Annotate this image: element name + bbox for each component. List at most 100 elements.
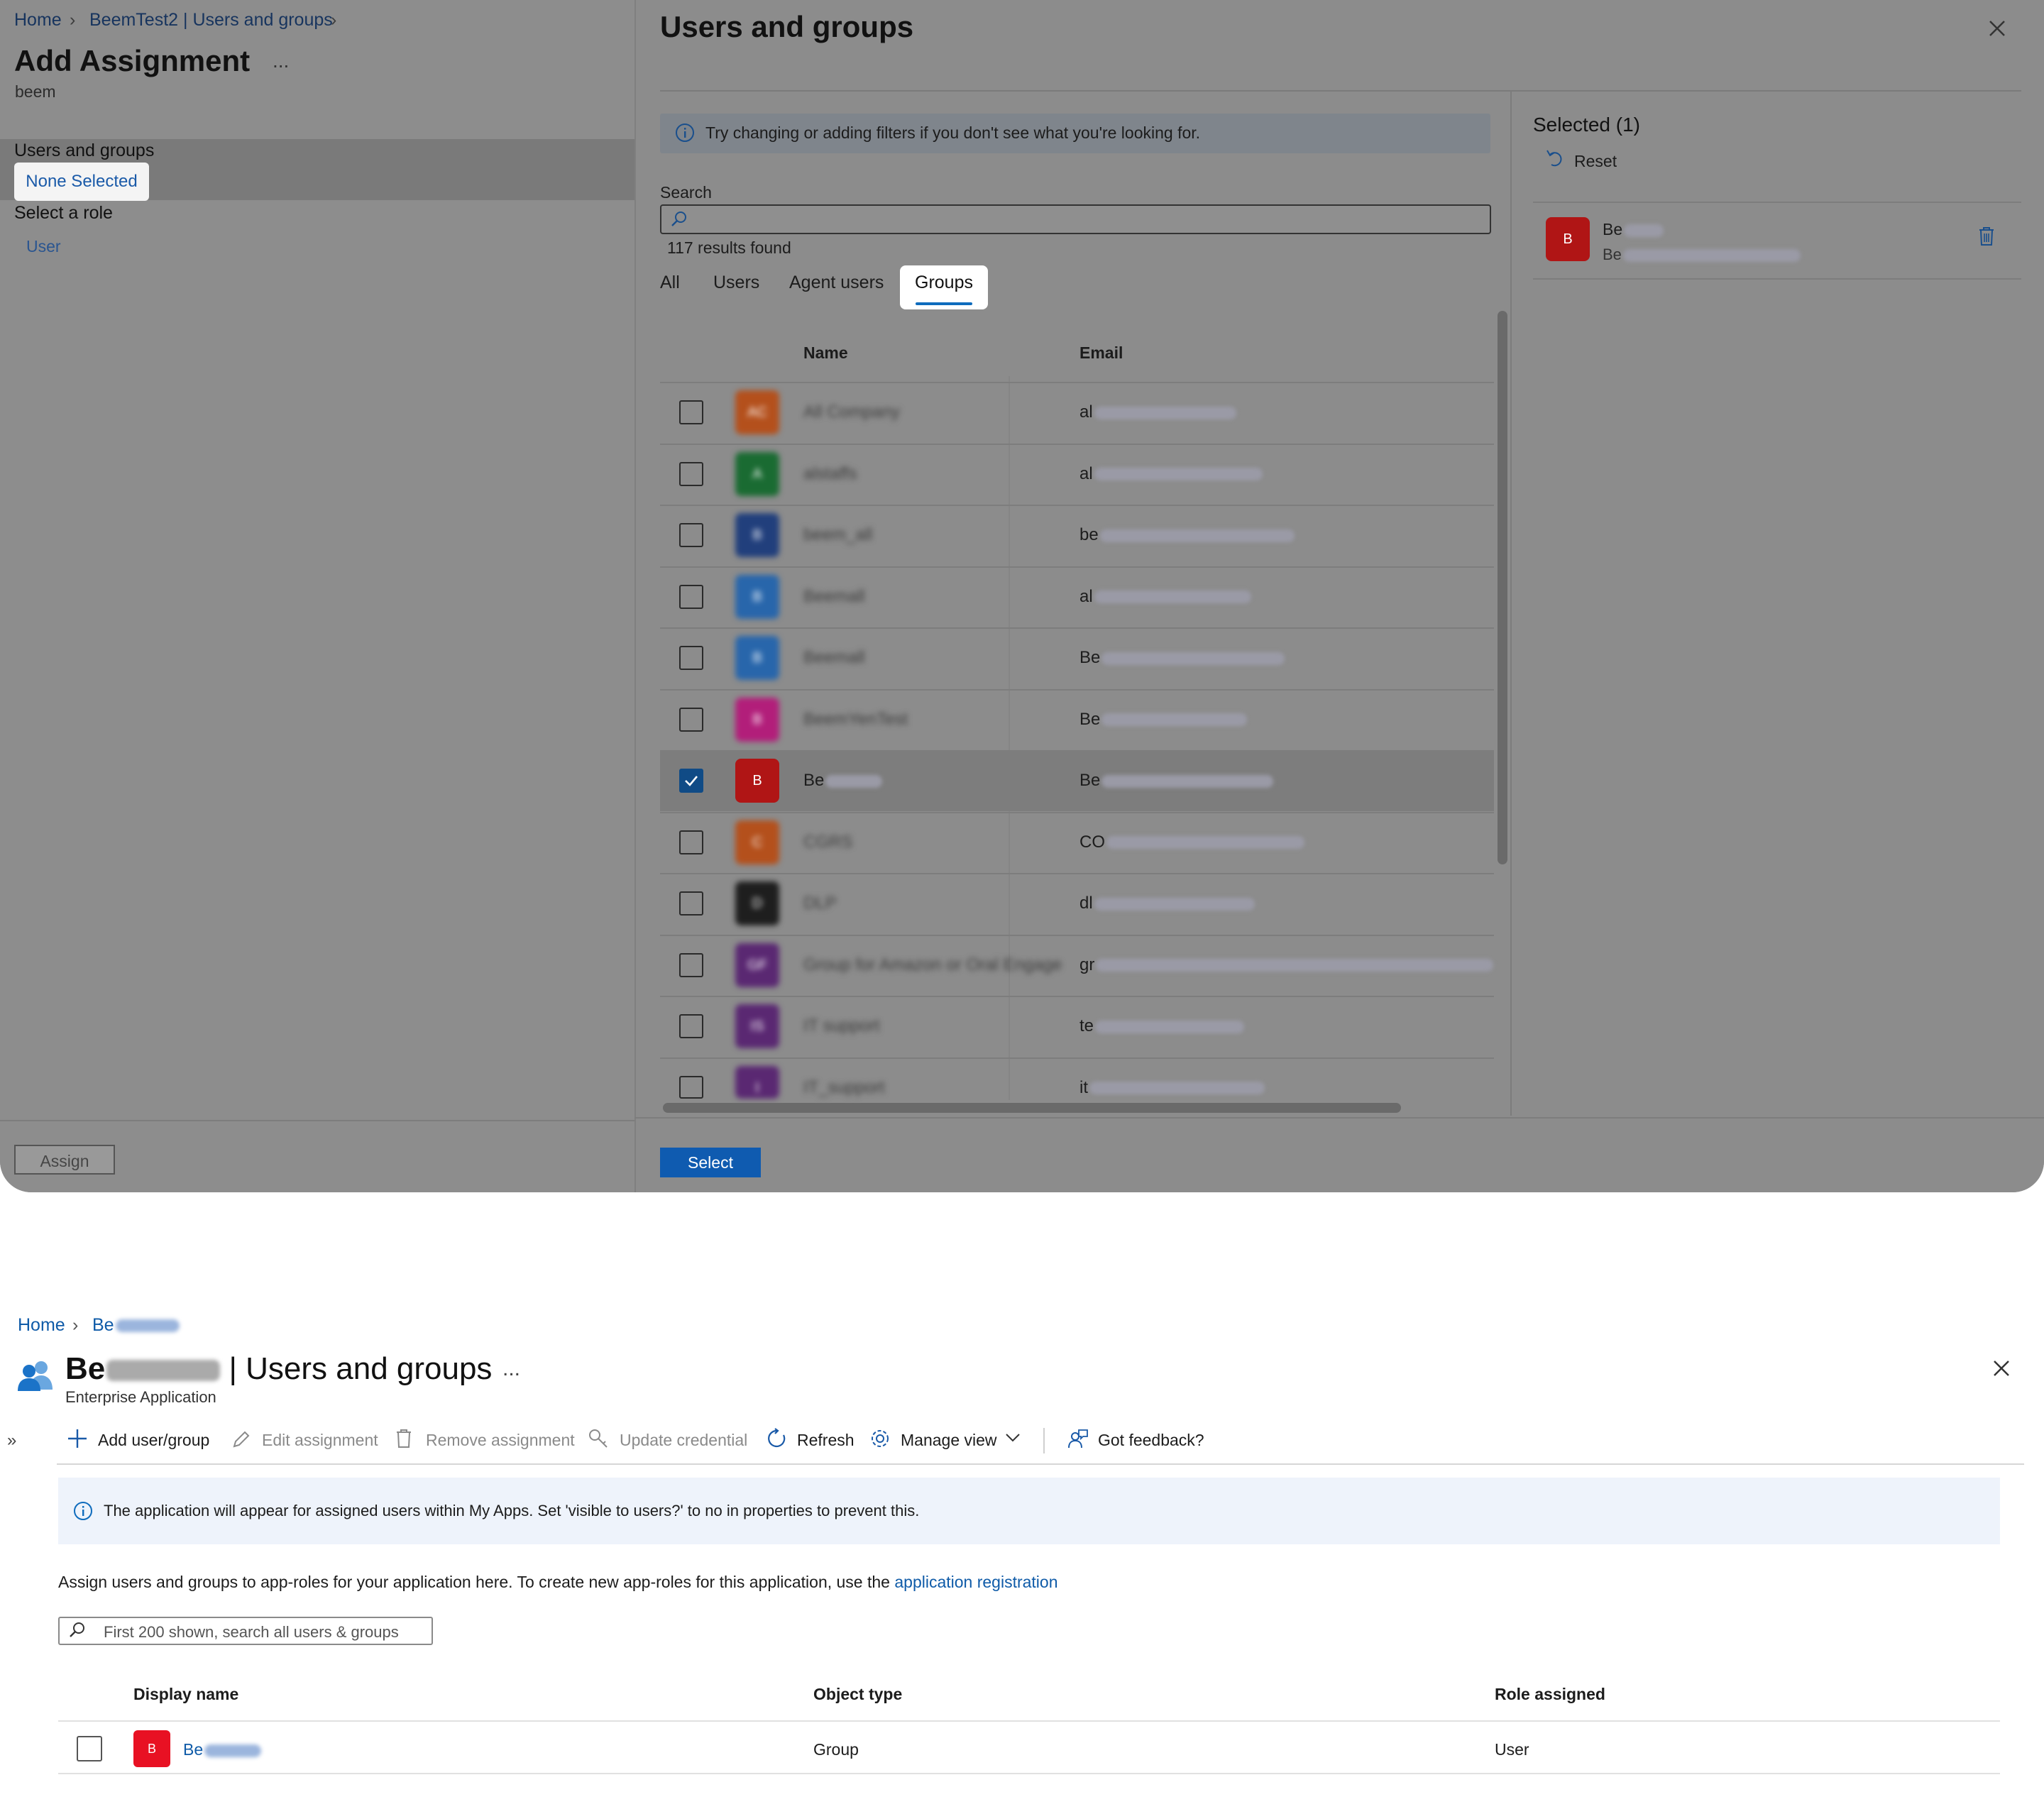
row-divider <box>660 382 1494 383</box>
row-checkbox[interactable] <box>679 952 703 977</box>
close-icon[interactable] <box>1987 18 2007 38</box>
page-title: Add Assignment <box>14 44 251 77</box>
breadcrumb-app-users[interactable]: BeemTest2 | Users and groups <box>89 10 333 31</box>
redacted-text <box>1094 590 1251 604</box>
none-selected-link[interactable]: None Selected <box>14 163 149 201</box>
row-checkbox[interactable] <box>679 523 703 547</box>
chevron-down-icon[interactable] <box>1005 1432 1021 1444</box>
avatar-initials: C <box>752 834 763 850</box>
edit-assignment-button[interactable]: Edit assignment <box>262 1431 378 1450</box>
row-checkbox[interactable] <box>679 646 703 670</box>
feedback-icon[interactable] <box>1066 1428 1089 1451</box>
users-groups-label: Users and groups <box>14 141 155 160</box>
group-name: IT support <box>803 1016 880 1035</box>
column-header-email[interactable]: Email <box>1079 343 1123 363</box>
group-email: it <box>1079 1078 1265 1098</box>
row-checkbox[interactable] <box>679 769 703 793</box>
tab-groups[interactable]: Groups <box>900 273 988 293</box>
row-checkbox[interactable] <box>77 1736 102 1761</box>
column-header-object-type[interactable]: Object type <box>813 1685 902 1704</box>
expand-menu-button[interactable]: » <box>7 1431 16 1451</box>
refresh-button[interactable]: Refresh <box>797 1431 855 1450</box>
role-value-link[interactable]: User <box>26 237 61 256</box>
row-checkbox[interactable] <box>679 1075 703 1099</box>
delete-icon[interactable] <box>1977 226 1996 247</box>
refresh-icon[interactable] <box>766 1428 788 1449</box>
horizontal-scrollbar[interactable] <box>663 1103 1401 1113</box>
group-email: Be <box>1079 771 1274 791</box>
divider <box>58 1773 2000 1774</box>
close-icon[interactable] <box>1991 1358 2011 1378</box>
avatar-initials: B <box>752 711 762 727</box>
reset-icon[interactable] <box>1544 148 1566 169</box>
row-divider <box>660 688 1494 691</box>
checkmark-icon <box>685 776 698 786</box>
avatar: D <box>735 881 779 925</box>
selected-item-email: Be <box>1603 246 1801 264</box>
avatar-initials: B <box>752 773 762 788</box>
row-divider <box>660 811 1494 813</box>
group-email: be <box>1079 525 1295 545</box>
vertical-scrollbar[interactable] <box>1498 311 1507 864</box>
avatar: C <box>735 820 779 864</box>
row-divider <box>660 627 1494 629</box>
avatar: B <box>735 513 779 557</box>
breadcrumb-separator: › <box>331 10 337 30</box>
row-checkbox[interactable] <box>679 891 703 916</box>
update-credential-button[interactable]: Update credential <box>620 1431 747 1450</box>
add-user-group-button[interactable]: Add user/group <box>98 1431 209 1450</box>
gear-icon[interactable] <box>869 1428 891 1449</box>
row-checkbox[interactable] <box>679 830 703 854</box>
remove-assignment-button[interactable]: Remove assignment <box>426 1431 575 1450</box>
tab-users[interactable]: Users <box>713 273 759 293</box>
row-checkbox[interactable] <box>679 400 703 424</box>
column-header-role-assigned[interactable]: Role assigned <box>1495 1685 1605 1704</box>
edit-icon <box>231 1429 251 1449</box>
group-name: Beemall <box>803 648 865 667</box>
avatar-initials: IS <box>750 1018 764 1034</box>
row-divider <box>660 443 1494 445</box>
reset-button[interactable]: Reset <box>1574 152 1617 171</box>
selected-name-text: Be <box>1603 220 1623 238</box>
search-label: Search <box>660 183 712 202</box>
column-header-name[interactable]: Name <box>803 343 848 363</box>
breadcrumb-app[interactable]: Be <box>92 1315 180 1336</box>
more-options-button[interactable]: ... <box>502 1357 520 1381</box>
search-input[interactable] <box>660 204 1491 234</box>
column-header-display-name[interactable]: Display name <box>133 1685 238 1704</box>
redacted-text <box>1101 774 1274 788</box>
feedback-button[interactable]: Got feedback? <box>1098 1431 1204 1450</box>
add-icon[interactable] <box>67 1428 88 1449</box>
redacted-text <box>1094 406 1236 419</box>
group-name: All Company <box>803 402 901 422</box>
row-checkbox[interactable] <box>679 707 703 732</box>
group-email: CO <box>1079 832 1304 852</box>
avatar: A <box>735 451 779 496</box>
tab-all[interactable]: All <box>660 273 680 293</box>
redacted-text <box>1101 652 1285 665</box>
row-checkbox[interactable] <box>679 461 703 486</box>
column-divider <box>1009 376 1010 1100</box>
divider <box>660 90 2021 92</box>
select-button[interactable]: Select <box>660 1148 761 1177</box>
divider <box>634 1117 2044 1118</box>
redacted-text <box>204 1744 262 1757</box>
display-name-link[interactable]: Be <box>183 1740 262 1759</box>
breadcrumb-home[interactable]: Home <box>18 1315 65 1336</box>
group-name: DLP <box>803 894 837 913</box>
tab-agent-users[interactable]: Agent users <box>789 273 884 293</box>
breadcrumb-home[interactable]: Home <box>14 10 62 31</box>
email-prefix: it <box>1079 1077 1088 1097</box>
more-options-button[interactable]: ... <box>273 50 289 72</box>
avatar-initials: B <box>752 650 762 666</box>
avatar: B <box>735 759 779 803</box>
assign-button[interactable]: Assign <box>14 1145 115 1175</box>
email-prefix: gr <box>1079 955 1095 974</box>
application-registration-link[interactable]: application registration <box>894 1573 1057 1591</box>
row-divider <box>660 934 1494 936</box>
group-name: Be <box>803 771 883 791</box>
row-checkbox[interactable] <box>679 1014 703 1038</box>
redacted-text <box>1095 1020 1245 1033</box>
row-checkbox[interactable] <box>679 584 703 609</box>
manage-view-button[interactable]: Manage view <box>901 1431 997 1450</box>
